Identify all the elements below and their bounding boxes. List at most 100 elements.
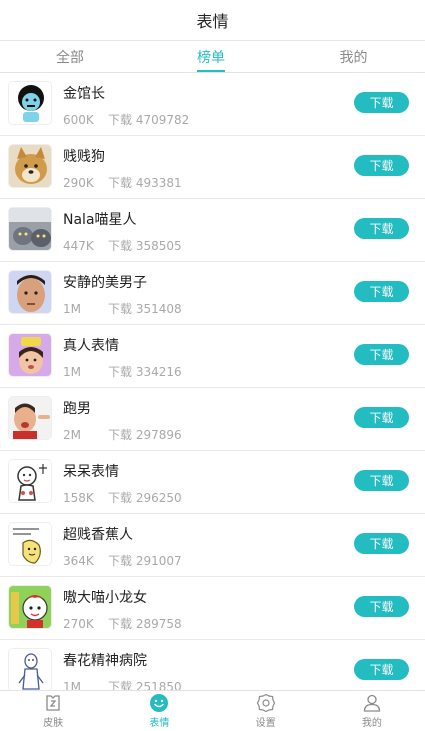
pack-thumbnail-kim [8, 81, 52, 125]
person-icon [363, 694, 381, 712]
download-prefix: 下载 [108, 239, 133, 253]
pack-meta: 364K 下载 291007 [63, 552, 182, 569]
pack-size: 1M [63, 302, 81, 316]
pack-size: 1M [63, 680, 81, 690]
download-button[interactable]: 下载 [354, 659, 409, 680]
pack-thumbnail-nala [8, 207, 52, 251]
pack-size: 270K [63, 617, 94, 631]
nav-mine[interactable]: 我的 [319, 691, 425, 731]
nav-label: 表情 [149, 718, 170, 729]
pack-name: 春花精神病院 [63, 653, 147, 669]
tab-bar: 全部 榜单 我的 [0, 41, 425, 73]
pack-name: 安静的美男子 [63, 275, 147, 291]
download-button[interactable]: 下载 [354, 407, 409, 428]
download-count: 4709782 [135, 113, 190, 127]
pack-thumbnail-doge [8, 144, 52, 188]
download-button[interactable]: 下载 [354, 281, 409, 302]
pack-size: 2M [63, 428, 81, 442]
download-button[interactable]: 下载 [354, 155, 409, 176]
list-item[interactable]: 真人表情 1M 下载 334216 下载 [0, 325, 425, 388]
pack-meta: 1M 下载 334216 [63, 363, 182, 380]
download-count: 493381 [135, 176, 182, 190]
list-item[interactable]: 嗷大喵小龙女 270K 下载 289758 下载 [0, 577, 425, 640]
pack-meta: 600K 下载 4709782 [63, 111, 189, 128]
pack-size: 290K [63, 176, 94, 190]
download-prefix: 下载 [108, 113, 133, 127]
download-prefix: 下载 [108, 491, 133, 505]
download-button[interactable]: 下载 [354, 470, 409, 491]
emoji-pack-list: 金馆长 600K 下载 4709782 下载 贱贱狗 290K 下载 493381 … [0, 73, 425, 690]
list-item[interactable]: Nala喵星人 447K 下载 358505 下载 [0, 199, 425, 262]
download-count: 289758 [135, 617, 182, 631]
tab-mine[interactable]: 我的 [282, 41, 425, 72]
pack-size: 447K [63, 239, 94, 253]
pack-name: 跑男 [63, 401, 91, 417]
list-item[interactable]: 超贱香蕉人 364K 下载 291007 下载 [0, 514, 425, 577]
pack-name: 呆呆表情 [63, 464, 119, 480]
download-prefix: 下载 [108, 617, 133, 631]
download-button[interactable]: 下载 [354, 218, 409, 239]
download-count: 296250 [135, 491, 182, 505]
pack-name: 嗷大喵小龙女 [63, 590, 147, 606]
pack-meta: 1M 下载 251850 [63, 678, 182, 690]
download-prefix: 下载 [108, 554, 133, 568]
pack-name: Nala喵星人 [63, 212, 137, 228]
pack-size: 600K [63, 113, 94, 127]
pack-thumbnail-running-man [8, 396, 52, 440]
nav-settings[interactable]: 设置 [213, 691, 319, 731]
tab-all[interactable]: 全部 [0, 41, 140, 72]
download-button[interactable]: 下载 [354, 533, 409, 554]
pack-thumbnail-chunhua [8, 648, 52, 690]
pack-meta: 290K 下载 493381 [63, 174, 182, 191]
pack-meta: 158K 下载 296250 [63, 489, 182, 506]
pack-thumbnail-aodamiao [8, 585, 52, 629]
gear-icon [256, 693, 275, 713]
list-item[interactable]: 贱贱狗 290K 下载 493381 下载 [0, 136, 425, 199]
download-count: 334216 [135, 365, 182, 379]
bottom-navigation: 皮肤 表情 设置 我的 [0, 690, 425, 731]
tab-ranking[interactable]: 榜单 [140, 41, 282, 72]
download-prefix: 下载 [108, 680, 133, 690]
app-header: 表情 [0, 0, 425, 41]
list-item[interactable]: 跑男 2M 下载 297896 下载 [0, 388, 425, 451]
download-count: 251850 [135, 680, 182, 690]
pack-size: 1M [63, 365, 81, 379]
pack-meta: 447K 下载 358505 [63, 237, 182, 254]
pack-size: 158K [63, 491, 94, 505]
pack-name: 真人表情 [63, 338, 119, 354]
download-prefix: 下载 [108, 176, 133, 190]
smiley-icon [150, 694, 169, 712]
download-count: 291007 [135, 554, 182, 568]
nav-label: 皮肤 [43, 718, 64, 729]
list-item[interactable]: 安静的美男子 1M 下载 351408 下载 [0, 262, 425, 325]
download-prefix: 下载 [108, 365, 133, 379]
download-count: 351408 [135, 302, 182, 316]
pack-thumbnail-banana-man [8, 522, 52, 566]
list-item[interactable]: 金馆长 600K 下载 4709782 下载 [0, 73, 425, 136]
download-count: 297896 [135, 428, 182, 442]
nav-emoji[interactable]: 表情 [106, 691, 212, 731]
skin-icon [46, 695, 60, 711]
pack-name: 贱贱狗 [63, 149, 105, 165]
download-prefix: 下载 [108, 428, 133, 442]
pack-thumbnail-daidai [8, 459, 52, 503]
pack-name: 金馆长 [63, 86, 105, 102]
list-item[interactable]: 呆呆表情 158K 下载 296250 下载 [0, 451, 425, 514]
download-button[interactable]: 下载 [354, 92, 409, 113]
pack-name: 超贱香蕉人 [63, 527, 133, 543]
pack-thumbnail-quiet-man [8, 270, 52, 314]
nav-label: 设置 [255, 718, 276, 729]
download-button[interactable]: 下载 [354, 596, 409, 617]
pack-meta: 270K 下载 289758 [63, 615, 182, 632]
download-button[interactable]: 下载 [354, 344, 409, 365]
pack-meta: 1M 下载 351408 [63, 300, 182, 317]
nav-skin[interactable]: 皮肤 [0, 691, 106, 731]
list-item[interactable]: 春花精神病院 1M 下载 251850 下载 [0, 640, 425, 690]
pack-meta: 2M 下载 297896 [63, 426, 182, 443]
download-count: 358505 [135, 239, 182, 253]
page-title: 表情 [196, 12, 229, 31]
download-prefix: 下载 [108, 302, 133, 316]
nav-label: 我的 [361, 718, 382, 729]
pack-size: 364K [63, 554, 94, 568]
pack-thumbnail-real-person [8, 333, 52, 377]
